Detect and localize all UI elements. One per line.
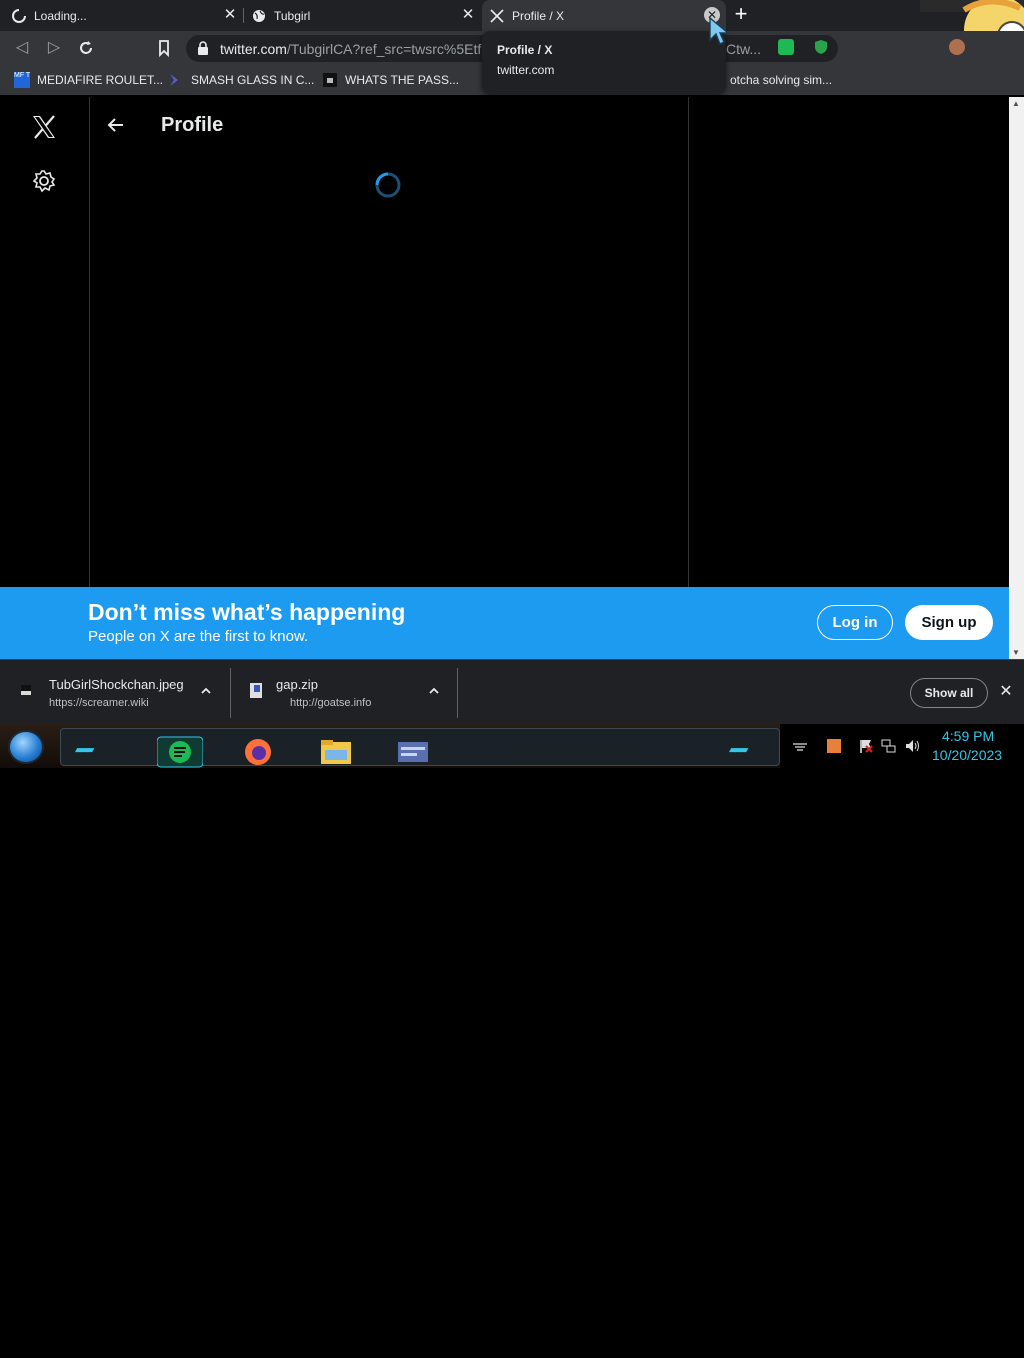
downloads-shelf: TubGirlShockchan.jpeg https://screamer.w…: [0, 659, 1024, 724]
login-button[interactable]: Log in: [817, 605, 893, 640]
back-arrow-icon[interactable]: [106, 115, 126, 135]
tab-strip: Loading... ✕ Tubgirl ✕ Profile / X ✕ +: [0, 0, 1024, 64]
volume-icon[interactable]: [904, 738, 920, 754]
loading-spinner-icon: [375, 172, 401, 198]
back-icon[interactable]: ◁: [12, 38, 32, 58]
flag-icon[interactable]: [858, 738, 874, 754]
x-left-nav: [0, 97, 90, 587]
firefox-icon[interactable]: [241, 736, 275, 768]
clock-date[interactable]: 10/20/2023: [932, 747, 1002, 763]
scroll-up-icon[interactable]: ▲: [1012, 99, 1020, 108]
omnibox-trailing-text: Ctw...: [726, 41, 762, 57]
download-separator: [457, 668, 458, 718]
clock-time[interactable]: 4:59 PM: [942, 728, 994, 744]
x-logo-icon[interactable]: [30, 113, 58, 141]
mediafire-icon: MF T: [14, 72, 30, 88]
network-icon[interactable]: [880, 738, 896, 754]
hover-card-title: Profile / X: [497, 43, 553, 57]
x-logo-icon: [490, 8, 504, 23]
scroll-down-icon[interactable]: ▼: [1012, 648, 1020, 657]
bookmark-label: MEDIAFIRE ROULET...: [37, 73, 164, 87]
bookmark-captcha[interactable]: otcha solving sim...: [730, 71, 832, 89]
page-title: Profile: [161, 114, 224, 136]
spotify-icon[interactable]: [157, 736, 203, 768]
image-file-icon: [21, 685, 31, 695]
bookmark-icon[interactable]: [154, 38, 174, 58]
tab-title: Tubgirl: [274, 8, 311, 23]
mouse-cursor-icon: [709, 16, 730, 45]
bookmark-label: SMASH GLASS IN C...: [191, 73, 315, 87]
download-filename: gap.zip: [276, 677, 318, 692]
url-path: /TubgirlCA?ref_src=twsrc%5Etf: [286, 41, 482, 57]
stack-icon[interactable]: [792, 738, 808, 754]
banner-subline: People on X are the first to know.: [88, 628, 309, 645]
download-item[interactable]: TubGirlShockchan.jpeg https://screamer.w…: [0, 660, 230, 725]
page-scrollbar[interactable]: ▲ ▼: [1009, 97, 1024, 659]
x-page: Profile Don’t miss what’s happening Peop…: [0, 97, 1024, 659]
profile-avatar[interactable]: [949, 39, 965, 55]
window-app-icon[interactable]: [396, 736, 430, 768]
extension-green-icon[interactable]: [778, 39, 794, 55]
app-tray-icon[interactable]: [826, 738, 842, 754]
windows-taskbar: ▰▰▰ ▰▰▰ 4:59 PM 10/20/2023: [0, 724, 1024, 768]
hover-card-domain: twitter.com: [497, 63, 555, 77]
decorative-chevrons: ▰▰▰: [729, 744, 748, 756]
show-all-button[interactable]: Show all: [910, 678, 988, 708]
start-button[interactable]: [8, 730, 44, 764]
signup-banner: Don’t miss what’s happening People on X …: [0, 587, 1009, 659]
plus-icon[interactable]: +: [731, 3, 751, 25]
loading-spinner-icon: [12, 8, 26, 23]
close-icon[interactable]: ✕: [222, 7, 238, 23]
download-source: http://goatse.info: [290, 697, 372, 709]
gear-icon[interactable]: [32, 169, 56, 193]
download-source: https://screamer.wiki: [49, 697, 149, 709]
download-filename: TubGirlShockchan.jpeg: [49, 677, 184, 692]
shield-extension-icon[interactable]: [813, 39, 829, 55]
close-icon[interactable]: ✕: [998, 684, 1014, 700]
url-text[interactable]: twitter.com/TubgirlCA?ref_src=twsrc%5Etf: [220, 41, 481, 57]
lock-icon[interactable]: [196, 40, 210, 56]
bookmark-label: otcha solving sim...: [730, 73, 833, 87]
tab-loading[interactable]: Loading... ✕: [0, 0, 244, 31]
chevron-up-icon[interactable]: [427, 684, 441, 698]
close-icon[interactable]: ✕: [460, 7, 476, 23]
tab-title: Profile / X: [512, 8, 565, 23]
tab-hover-card: Profile / X twitter.com: [482, 31, 726, 93]
signup-button[interactable]: Sign up: [905, 605, 993, 640]
chevron-up-icon[interactable]: [199, 684, 213, 698]
bookmark-smash-glass[interactable]: SMASH GLASS IN C...: [168, 71, 314, 89]
url-host: twitter.com: [220, 41, 287, 57]
zip-file-icon: [250, 683, 262, 698]
bookmark-label: WHATS THE PASS...: [345, 73, 460, 87]
tab-profile-x[interactable]: Profile / X ✕: [482, 0, 726, 31]
taskbar-frame: ▰▰▰ ▰▰▰: [60, 728, 780, 768]
reload-icon[interactable]: [76, 38, 96, 58]
profile-column: Profile: [90, 97, 689, 587]
chevron-brand-icon: [170, 74, 178, 86]
robot-icon: [323, 73, 337, 87]
decorative-chevrons: ▰▰▰: [75, 744, 94, 756]
bookmark-mediafire[interactable]: MF T MEDIAFIRE ROULET...: [14, 71, 163, 89]
globe-icon: [253, 9, 265, 22]
forward-icon[interactable]: ▷: [44, 38, 64, 58]
file-explorer-icon[interactable]: [319, 736, 353, 768]
banner-headline: Don’t miss what’s happening: [88, 599, 406, 625]
bookmark-whats-the-pass[interactable]: WHATS THE PASS...: [322, 71, 459, 89]
tab-title: Loading...: [34, 8, 87, 23]
download-item[interactable]: gap.zip http://goatse.info: [230, 660, 458, 725]
tab-tubgirl[interactable]: Tubgirl ✕: [244, 0, 482, 31]
